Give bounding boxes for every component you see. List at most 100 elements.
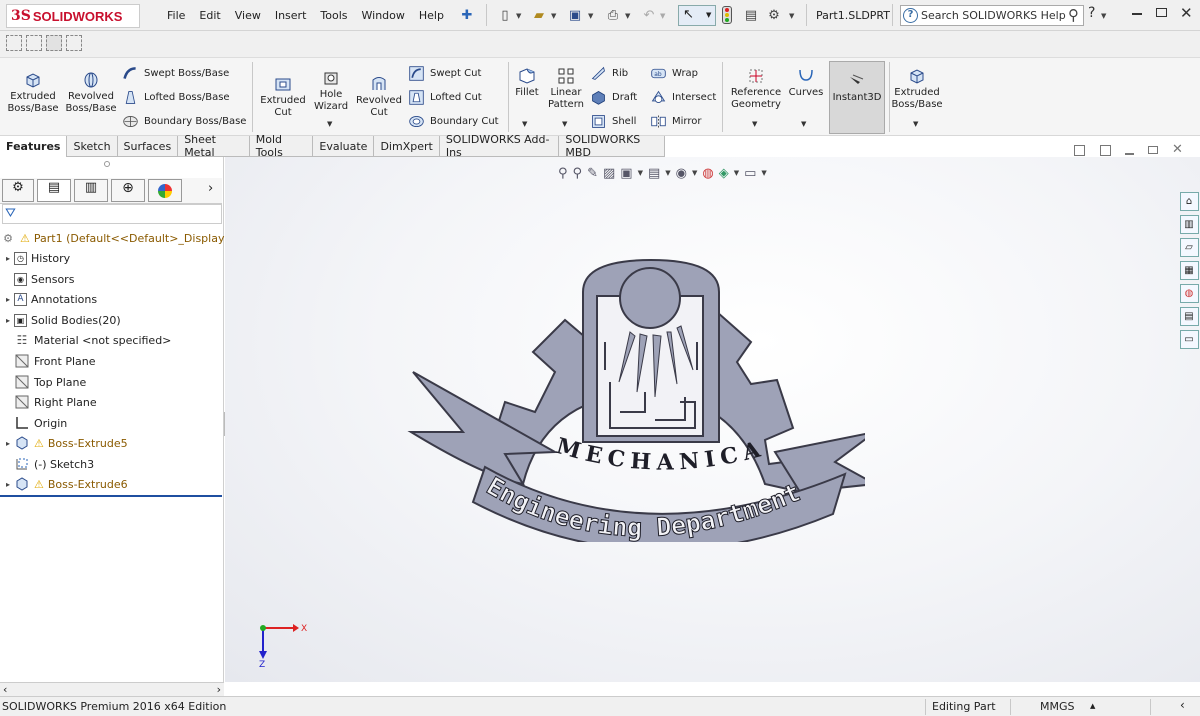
tree-item-history[interactable]: ▸ ◷ History xyxy=(2,249,70,267)
tree-item-origin[interactable]: Origin xyxy=(14,414,67,432)
appearance-icon[interactable]: ◍ xyxy=(702,166,713,181)
viewport-prev-icon[interactable] xyxy=(1074,145,1085,156)
scene-icon[interactable]: ◈ xyxy=(719,166,729,181)
minimize-icon[interactable] xyxy=(1132,13,1142,15)
menu-insert[interactable]: Insert xyxy=(268,9,314,22)
menu-file[interactable]: File xyxy=(160,9,192,22)
intersect-button[interactable]: Intersect xyxy=(650,89,716,106)
draft-button[interactable]: Draft xyxy=(590,89,637,106)
home-icon[interactable]: ⌂ xyxy=(1179,192,1199,211)
undo-icon[interactable]: ↶ xyxy=(640,6,658,24)
expand-icon[interactable]: ▸ xyxy=(2,316,14,325)
rebuild-icon[interactable] xyxy=(722,6,732,24)
search-field[interactable]: ? Search SOLIDWORKS Help ⚲ xyxy=(900,5,1084,26)
lofted-boss-button[interactable]: Lofted Boss/Base xyxy=(122,89,230,106)
menu-help[interactable]: Help xyxy=(412,9,451,22)
extruded-cut-button[interactable]: Extruded Cut xyxy=(258,74,308,119)
scroll-right-icon[interactable]: › xyxy=(217,683,221,696)
tree-root[interactable]: ⚙ ⚠ Part1 (Default<<Default>_Display S xyxy=(0,229,235,247)
tab-mold-tools[interactable]: Mold Tools xyxy=(249,133,314,159)
extruded-boss-2-button[interactable]: Extruded Boss/Base xyxy=(890,66,944,111)
open-folder-icon[interactable]: ▰ xyxy=(530,6,548,24)
tab-surfaces[interactable]: Surfaces xyxy=(117,136,179,157)
select-tool[interactable]: ↖ ▼ xyxy=(678,5,716,26)
tree-item-right-plane[interactable]: Right Plane xyxy=(14,393,97,411)
property-manager-icon[interactable]: ▤ xyxy=(37,179,71,202)
grid-icon[interactable] xyxy=(26,35,42,51)
menu-window[interactable]: Window xyxy=(355,9,412,22)
tab-addins[interactable]: SOLIDWORKS Add-Ins xyxy=(439,133,560,159)
forum-icon[interactable]: ▭ xyxy=(1179,330,1199,349)
graphics-area[interactable]: ⚲ ⚲ ✎ ▨ ▣ ▼ ▤ ▼ ◉ ▼ ◍ ◈ ▼ ▭ ▼ MECHANICA … xyxy=(225,157,1200,682)
print-icon[interactable]: ⎙ xyxy=(604,6,622,24)
search-icon[interactable]: ⚲ xyxy=(1068,6,1079,24)
boundary-boss-button[interactable]: Boundary Boss/Base xyxy=(122,113,246,130)
viewport-close-icon[interactable]: ✕ xyxy=(1172,142,1183,157)
tab-sketch[interactable]: Sketch xyxy=(67,136,118,157)
tree-item-material[interactable]: ☷ Material <not specified> xyxy=(14,331,172,349)
pin-icon[interactable]: ✚ xyxy=(458,6,476,24)
appearances-icon[interactable]: ◍ xyxy=(1179,284,1199,303)
menu-edit[interactable]: Edit xyxy=(192,9,227,22)
save-icon[interactable]: ▣ xyxy=(566,6,584,24)
expand-icon[interactable]: ▸ xyxy=(2,254,14,263)
part-model[interactable]: MECHANICAL Engineering Department xyxy=(405,252,865,542)
restore-icon[interactable] xyxy=(1156,8,1167,17)
previous-view-icon[interactable]: ✎ xyxy=(587,166,598,181)
file-properties-icon[interactable]: ▤ xyxy=(742,6,760,24)
tree-item-sketch3[interactable]: (-) Sketch3 xyxy=(14,455,94,473)
wrap-button[interactable]: ab Wrap xyxy=(650,65,698,82)
design-library-icon[interactable]: ▥ xyxy=(1179,215,1199,234)
dimxpert-manager-icon[interactable]: ⊕ xyxy=(111,179,145,202)
grid-icon[interactable] xyxy=(66,35,82,51)
horizontal-scrollbar[interactable]: ‹ › xyxy=(0,682,224,696)
tab-dimxpert[interactable]: DimXpert xyxy=(374,136,440,157)
swept-cut-button[interactable]: Swept Cut xyxy=(408,65,481,82)
linear-pattern-button[interactable]: Linear Pattern xyxy=(545,66,587,111)
config-manager-icon[interactable]: ▥ xyxy=(74,179,108,202)
revolved-cut-button[interactable]: Revolved Cut xyxy=(356,74,402,119)
extruded-boss-button[interactable]: Extruded Boss/Base xyxy=(6,70,60,115)
view-orientation-icon[interactable]: ▣ xyxy=(620,166,632,181)
zoom-to-fit-icon[interactable]: ⚲ xyxy=(558,166,568,181)
filter-field[interactable]: ⛛ xyxy=(2,204,222,224)
feature-tree-tab-icon[interactable]: ⚙ xyxy=(2,179,34,202)
rollback-bar[interactable] xyxy=(0,495,222,497)
hide-show-icon[interactable]: ◉ xyxy=(676,166,687,181)
tree-item-solid-bodies[interactable]: ▸ ▣ Solid Bodies(20) xyxy=(2,311,121,329)
close-icon[interactable]: ✕ xyxy=(1180,4,1193,22)
panel-splitter-handle[interactable] xyxy=(104,161,110,167)
menu-tools[interactable]: Tools xyxy=(313,9,354,22)
tree-item-annotations[interactable]: ▸ A Annotations xyxy=(2,290,97,308)
view-settings-icon[interactable]: ▭ xyxy=(744,166,756,181)
display-style-icon[interactable]: ▤ xyxy=(648,166,660,181)
rib-button[interactable]: Rib xyxy=(590,65,628,82)
hole-wizard-button[interactable]: Hole Wizard xyxy=(310,68,352,113)
instant3d-button[interactable]: Instant3D xyxy=(829,61,885,134)
expand-icon[interactable]: ▸ xyxy=(2,295,14,304)
scroll-left-icon[interactable]: ‹ xyxy=(3,683,7,696)
tree-item-boss-extrude5[interactable]: ▸ ⚠ Boss-Extrude5 xyxy=(2,434,128,452)
swept-boss-button[interactable]: Swept Boss/Base xyxy=(122,65,229,82)
file-explorer-icon[interactable]: ▱ xyxy=(1179,238,1199,257)
viewport-next-icon[interactable] xyxy=(1100,145,1111,156)
units-selector[interactable]: MMGS xyxy=(1040,700,1075,713)
tree-item-front-plane[interactable]: Front Plane xyxy=(14,352,96,370)
display-manager-icon[interactable] xyxy=(148,179,182,202)
chevron-right-icon[interactable]: › xyxy=(208,181,213,196)
viewport-minimize-icon[interactable] xyxy=(1125,153,1134,155)
options-gear-icon[interactable]: ⚙ xyxy=(765,6,783,24)
search-input[interactable]: Search SOLIDWORKS Help xyxy=(921,9,1066,22)
solidworks-logo[interactable]: 3S SOLIDWORKS xyxy=(6,4,140,28)
zoom-area-icon[interactable]: ⚲ xyxy=(573,166,583,181)
tab-evaluate[interactable]: Evaluate xyxy=(313,136,375,157)
tab-features[interactable]: Features xyxy=(0,136,68,157)
tab-sheet-metal[interactable]: Sheet Metal xyxy=(178,133,250,159)
grid-icon[interactable] xyxy=(46,35,62,51)
menu-view[interactable]: View xyxy=(228,9,268,22)
lofted-cut-button[interactable]: Lofted Cut xyxy=(408,89,482,106)
tree-item-boss-extrude6[interactable]: ▸ ⚠ Boss-Extrude6 xyxy=(2,475,128,493)
viewport-restore-icon[interactable] xyxy=(1148,146,1158,154)
reference-geometry-button[interactable]: Reference Geometry xyxy=(728,66,784,111)
shell-button[interactable]: Shell xyxy=(590,113,636,130)
